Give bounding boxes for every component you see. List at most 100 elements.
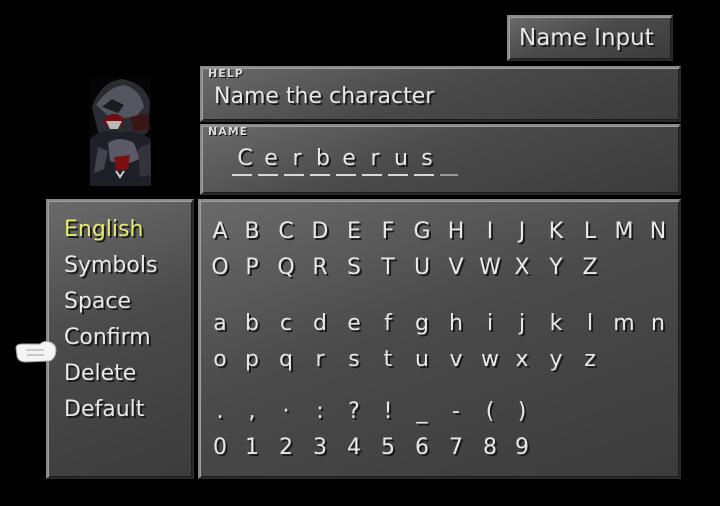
key[interactable]: u (410, 347, 434, 372)
key[interactable]: ) (510, 399, 534, 424)
key[interactable]: 8 (478, 435, 502, 460)
key[interactable]: ! (376, 399, 400, 424)
key[interactable]: R (308, 255, 332, 280)
key[interactable]: v (444, 347, 468, 372)
key[interactable]: ? (342, 399, 366, 424)
pointing-hand-icon (15, 340, 57, 363)
menu-item-symbols[interactable]: Symbols (64, 253, 157, 278)
key[interactable]: e (342, 311, 366, 336)
key[interactable]: ( (478, 399, 502, 424)
title-window: Name Input (507, 15, 673, 61)
key[interactable]: b (240, 311, 264, 336)
menu-item-delete[interactable]: Delete (64, 361, 136, 386)
key[interactable]: U (410, 255, 434, 280)
key[interactable]: w (478, 347, 502, 372)
name-underlines (232, 174, 464, 176)
key[interactable]: F (376, 219, 400, 244)
name-character: u (394, 146, 408, 171)
menu-item-english[interactable]: English (64, 217, 143, 242)
key[interactable]: i (478, 311, 502, 336)
name-character: C (237, 146, 253, 171)
key[interactable]: P (240, 255, 264, 280)
key[interactable]: x (510, 347, 534, 372)
key[interactable]: 0 (208, 435, 232, 460)
key[interactable]: · (274, 399, 298, 424)
key[interactable]: d (308, 311, 332, 336)
key[interactable]: z (578, 347, 602, 372)
name-character: r (292, 146, 302, 171)
name-slot-underline (414, 174, 434, 176)
key[interactable]: n (646, 311, 670, 336)
mode-menu: English Symbols Space Confirm Delete Default (46, 199, 194, 479)
key[interactable]: Q (274, 255, 298, 280)
menu-item-space[interactable]: Space (64, 289, 131, 314)
key[interactable]: 1 (240, 435, 264, 460)
key[interactable]: q (274, 347, 298, 372)
key[interactable]: 5 (376, 435, 400, 460)
key[interactable]: T (376, 255, 400, 280)
key[interactable]: 6 (410, 435, 434, 460)
name-character: e (264, 146, 278, 171)
help-tag: HELP (208, 67, 244, 80)
key[interactable]: 4 (342, 435, 366, 460)
name-character: b (316, 146, 330, 171)
name-slot-underline (310, 174, 330, 176)
key[interactable]: H (444, 219, 468, 244)
key[interactable]: p (240, 347, 264, 372)
key[interactable]: N (646, 219, 670, 244)
key[interactable]: X (510, 255, 534, 280)
help-window: HELP Name the character (200, 66, 681, 122)
key[interactable]: J (510, 219, 534, 244)
name-slot-underline (258, 174, 278, 176)
key[interactable]: c (274, 311, 298, 336)
key[interactable]: m (612, 311, 636, 336)
name-cursor-slot (440, 174, 458, 176)
key[interactable]: 9 (510, 435, 534, 460)
key[interactable]: E (342, 219, 366, 244)
key[interactable]: o (208, 347, 232, 372)
key[interactable]: 2 (274, 435, 298, 460)
key[interactable]: Y (544, 255, 568, 280)
key[interactable]: t (376, 347, 400, 372)
name-slot-underline (284, 174, 304, 176)
name-character: e (342, 146, 356, 171)
name-window: NAME Cerberus (200, 124, 681, 195)
key[interactable]: s (342, 347, 366, 372)
key[interactable]: B (240, 219, 264, 244)
key[interactable]: k (544, 311, 568, 336)
key[interactable]: Z (578, 255, 602, 280)
name-character: r (370, 146, 380, 171)
key[interactable]: , (240, 399, 264, 424)
key[interactable]: g (410, 311, 434, 336)
name-slot-underline (336, 174, 356, 176)
key[interactable]: G (410, 219, 434, 244)
key[interactable]: - (444, 399, 468, 424)
key[interactable]: O (208, 255, 232, 280)
key[interactable]: l (578, 311, 602, 336)
key[interactable]: _ (410, 399, 434, 424)
key[interactable]: K (544, 219, 568, 244)
menu-item-default[interactable]: Default (64, 397, 144, 422)
key[interactable]: 3 (308, 435, 332, 460)
key[interactable]: S (342, 255, 366, 280)
key[interactable]: A (208, 219, 232, 244)
menu-item-confirm[interactable]: Confirm (64, 325, 151, 350)
key[interactable]: W (478, 255, 502, 280)
key[interactable]: D (308, 219, 332, 244)
key[interactable]: h (444, 311, 468, 336)
key[interactable]: y (544, 347, 568, 372)
key[interactable]: L (578, 219, 602, 244)
name-characters: Cerberus (232, 146, 440, 171)
key[interactable]: : (308, 399, 332, 424)
key[interactable]: a (208, 311, 232, 336)
key[interactable]: C (274, 219, 298, 244)
key[interactable]: M (612, 219, 636, 244)
key[interactable]: V (444, 255, 468, 280)
window-title: Name Input (519, 25, 654, 51)
key[interactable]: I (478, 219, 502, 244)
key[interactable]: . (208, 399, 232, 424)
key[interactable]: r (308, 347, 332, 372)
key[interactable]: j (510, 311, 534, 336)
key[interactable]: f (376, 311, 400, 336)
key[interactable]: 7 (444, 435, 468, 460)
